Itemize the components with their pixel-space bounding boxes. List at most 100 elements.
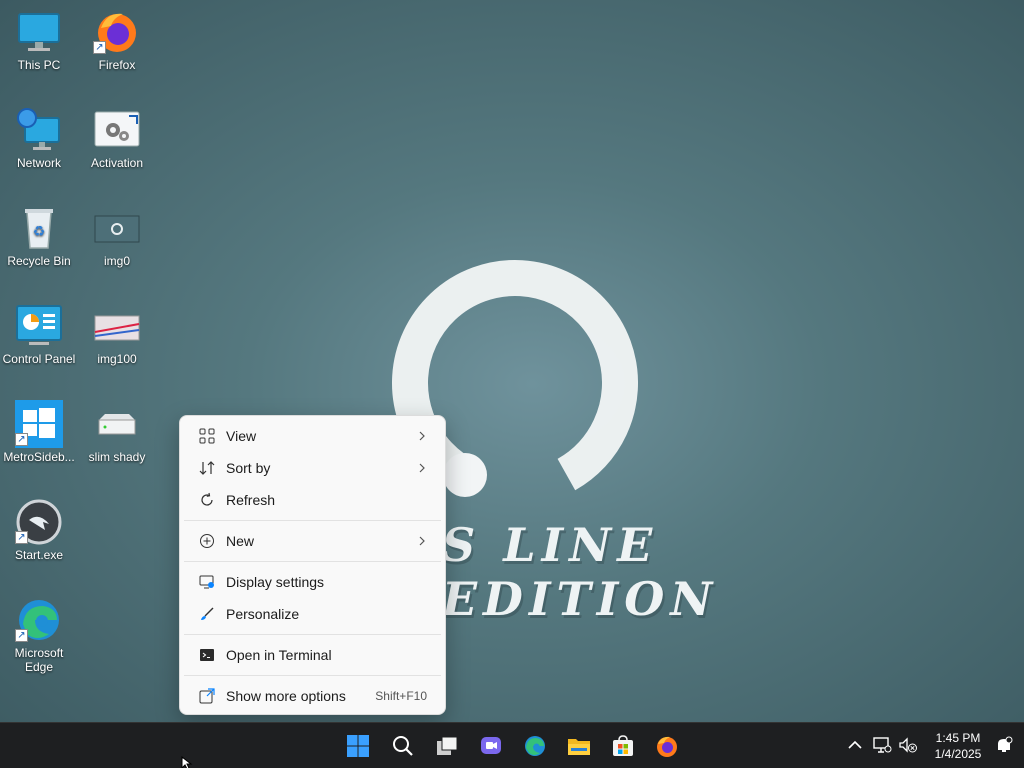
menu-item-accelerator: Shift+F10: [375, 689, 427, 703]
svg-text:♻: ♻: [33, 223, 46, 239]
menu-item-label: Open in Terminal: [226, 647, 332, 663]
volume-tray-button[interactable]: [898, 735, 918, 755]
menu-item-refresh[interactable]: Refresh: [184, 484, 441, 516]
menu-item-new[interactable]: New: [184, 525, 441, 557]
shortcut-arrow-icon: ↗: [15, 629, 28, 642]
menu-item-display-settings[interactable]: Display settings: [184, 566, 441, 598]
volume-muted-icon: [899, 737, 917, 753]
menu-item-label: Refresh: [226, 492, 276, 508]
desktop-context-menu: View Sort by Refresh New Display setting…: [179, 415, 446, 715]
terminal-icon: [200, 649, 214, 661]
store-button[interactable]: [606, 729, 640, 763]
desktop-icon-label: Start.exe: [14, 548, 64, 562]
wallpaper-text: S LINE EDITION: [442, 518, 719, 626]
desktop-icon-label: Recycle Bin: [7, 254, 71, 268]
drive-icon: [98, 414, 136, 435]
shortcut-arrow-icon: ↗: [93, 41, 106, 54]
menu-separator: [184, 675, 441, 676]
desktop-icon-img0[interactable]: img0: [78, 204, 156, 268]
taskbar-clock[interactable]: 1:45 PM 1/4/2025: [924, 730, 992, 762]
menu-item-label: Personalize: [226, 606, 300, 622]
search-button[interactable]: [386, 729, 420, 763]
file-explorer-button[interactable]: [562, 729, 596, 763]
desktop-icon-firefox[interactable]: ↗ Firefox: [78, 8, 156, 72]
menu-item-label: Display settings: [226, 574, 325, 590]
chevron-up-icon: [848, 740, 862, 749]
desktop-icon-label: This PC: [17, 58, 61, 72]
shortcut-arrow-icon: ↗: [15, 433, 28, 446]
view-grid-icon: [199, 428, 215, 444]
desktop-icon-start-exe[interactable]: ↗ Start.exe: [0, 498, 78, 562]
menu-item-personalize[interactable]: Personalize: [184, 598, 441, 630]
windows-logo-icon: [347, 735, 369, 757]
menu-item-sort-by[interactable]: Sort by: [184, 452, 441, 484]
desktop-icon-label: MetroSideb...: [3, 450, 75, 464]
task-view-button[interactable]: [430, 729, 464, 763]
more-options-icon: [199, 688, 215, 704]
sort-icon: [199, 461, 215, 475]
desktop-icon-network[interactable]: Network: [0, 106, 78, 170]
settings-gear-icon: [94, 111, 140, 147]
control-panel-icon: [16, 305, 62, 345]
desktop-icon-label: slim shady: [88, 450, 146, 464]
firefox-icon: [657, 736, 677, 757]
menu-item-view[interactable]: View: [184, 420, 441, 452]
notification-bell-icon: [998, 736, 1013, 752]
chat-icon: [481, 737, 501, 754]
network-status-icon: [873, 737, 892, 753]
search-icon: [393, 736, 413, 756]
monitor-icon: [18, 13, 60, 51]
desktop-icon-label: Control Panel: [2, 352, 76, 366]
display-settings-icon: [199, 575, 214, 589]
desktop-icon-metrosidebar[interactable]: ↗ MetroSideb...: [0, 400, 78, 464]
desktop-icon-label: img0: [103, 254, 130, 268]
desktop-icon-slim-shady[interactable]: slim shady: [78, 400, 156, 464]
desktop-icon-control-panel[interactable]: Control Panel: [0, 302, 78, 366]
desktop-icon-recycle-bin[interactable]: ♻ Recycle Bin: [0, 204, 78, 268]
network-tray-button[interactable]: [872, 735, 892, 755]
menu-item-label: Sort by: [226, 460, 271, 476]
image-file-icon: [94, 315, 140, 341]
desktop-icon-activation[interactable]: Activation: [78, 106, 156, 170]
menu-item-label: Show more options: [226, 688, 346, 704]
brush-icon: [201, 607, 214, 620]
desktop-icon-label: img100: [97, 352, 137, 366]
store-icon: [613, 735, 633, 756]
menu-item-show-more-options[interactable]: Show more options Shift+F10: [184, 680, 441, 712]
show-hidden-icons-button[interactable]: [845, 735, 865, 755]
firefox-button[interactable]: [650, 729, 684, 763]
start-button[interactable]: [341, 729, 375, 763]
desktop-icon-label: Activation: [90, 156, 144, 170]
clock-time: 1:45 PM: [935, 731, 981, 745]
network-icon: [17, 108, 60, 150]
new-plus-icon: [200, 534, 214, 548]
refresh-icon: [201, 492, 213, 506]
chevron-right-icon: [419, 463, 425, 473]
chat-button[interactable]: [474, 729, 508, 763]
image-file-icon: [94, 215, 140, 243]
folder-icon: [568, 739, 590, 755]
menu-separator: [184, 634, 441, 635]
desktop-icon-img100[interactable]: img100: [78, 302, 156, 366]
desktop-icon-label: Network: [16, 156, 61, 170]
chevron-right-icon: [419, 536, 425, 546]
desktop-icon-this-pc[interactable]: This PC: [0, 8, 78, 72]
shortcut-arrow-icon: ↗: [15, 531, 28, 544]
clock-date: 1/4/2025: [934, 747, 982, 761]
desktop-icon-label: Microsoft Edge: [14, 646, 64, 674]
menu-item-label: View: [226, 428, 257, 444]
menu-separator: [184, 520, 441, 521]
edge-button[interactable]: [518, 729, 552, 763]
task-view-icon: [437, 736, 458, 755]
edge-icon: [525, 736, 545, 756]
menu-item-label: New: [226, 533, 255, 549]
recycle-bin-icon: ♻: [25, 209, 53, 249]
menu-item-open-in-terminal[interactable]: Open in Terminal: [184, 639, 441, 671]
menu-separator: [184, 561, 441, 562]
notifications-button[interactable]: [994, 735, 1014, 755]
taskbar: 1:45 PM 1/4/2025: [0, 722, 1024, 768]
desktop-icon-microsoft-edge[interactable]: ↗ Microsoft Edge: [0, 596, 78, 674]
mouse-cursor-icon: [181, 756, 193, 768]
desktop-icon-label: Firefox: [98, 58, 136, 72]
chevron-right-icon: [419, 431, 425, 441]
